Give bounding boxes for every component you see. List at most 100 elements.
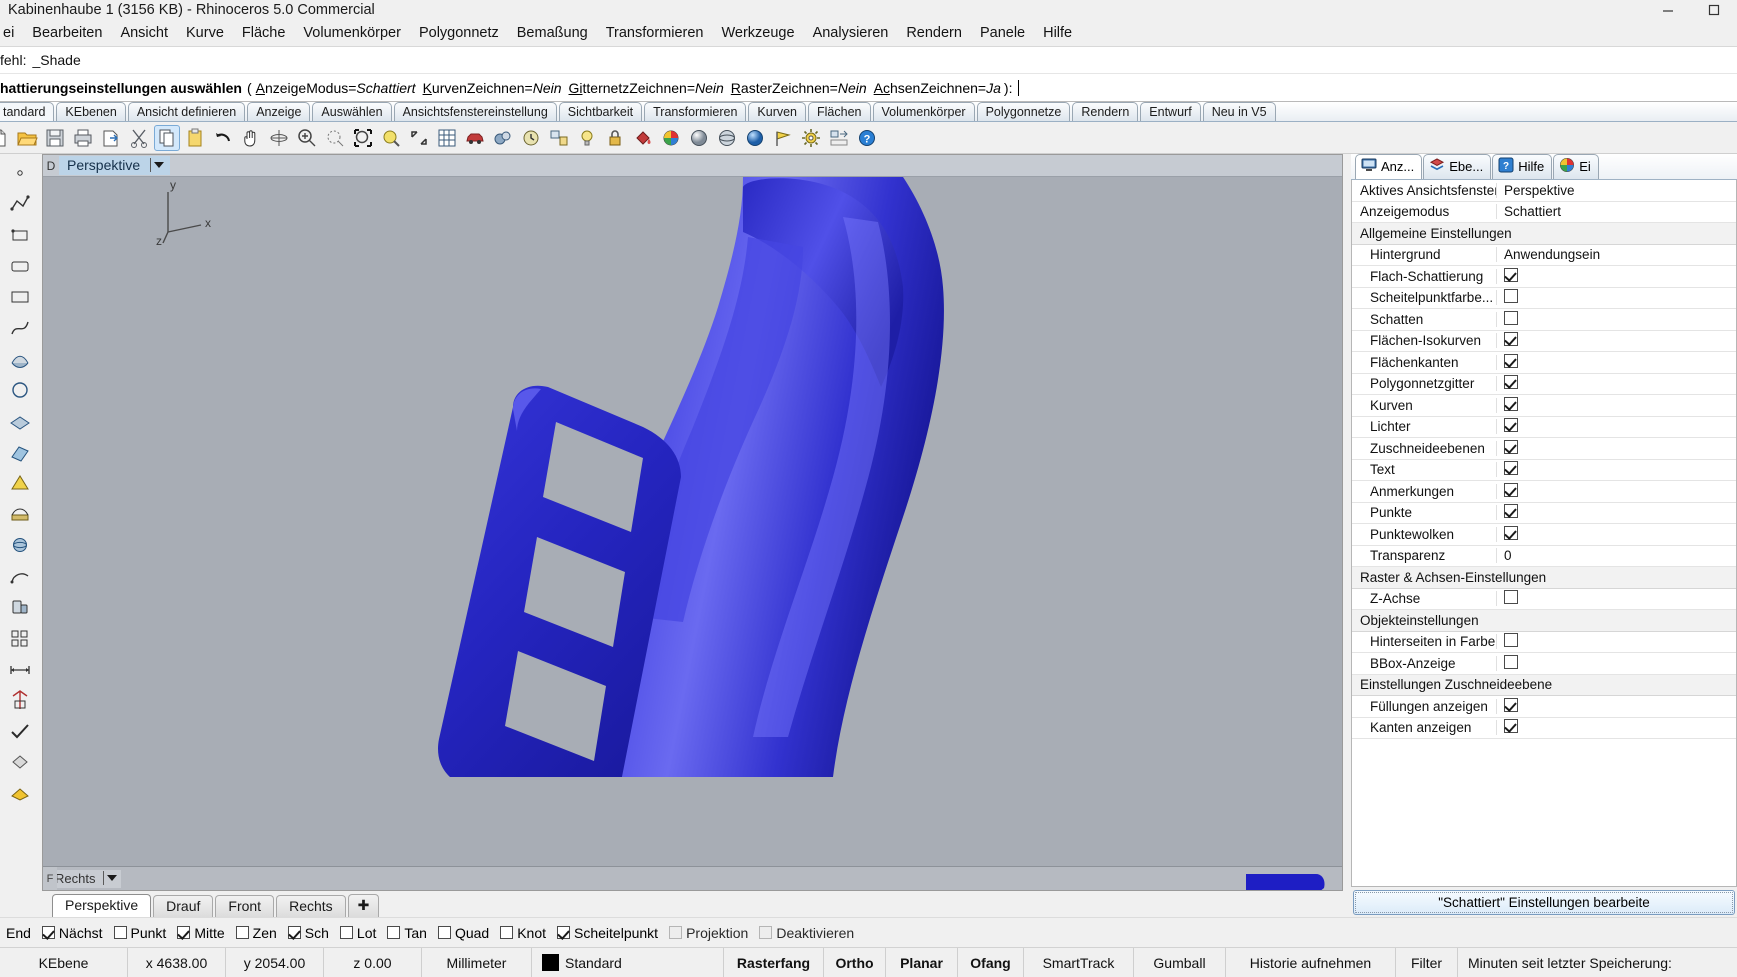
settings-row-hintergrund[interactable]: Hintergrund Anwendungsein [1352,245,1736,266]
status-toggle-filter[interactable]: Filter [1396,948,1458,977]
viewport-canvas-perspektive[interactable]: y x z [43,177,1342,866]
menu-item-flaeche[interactable]: Fläche [233,23,295,43]
menu-item-bemassung[interactable]: Bemaßung [508,23,597,43]
toolbar-tab-flaechen[interactable]: Flächen [808,102,871,121]
checkbox-bbox-anzeige[interactable] [1504,654,1518,669]
status-cplane[interactable]: KEbene [0,948,128,977]
settings-row-transparenz[interactable]: Transparenz 0 [1352,546,1736,567]
osnap-checkbox[interactable] [387,926,401,939]
zoom-dynamic-icon[interactable] [322,125,348,151]
layer-color-swatch[interactable] [542,954,559,971]
menu-item-ansicht[interactable]: Ansicht [111,23,177,43]
menu-item-rendern[interactable]: Rendern [897,23,971,43]
settings-row-anmerkungen[interactable]: Anmerkungen [1352,481,1736,503]
paste-icon[interactable] [182,125,208,151]
command-option-gitternetzzeichnen[interactable]: GitternetzZeichnen=Nein [569,80,724,96]
menu-item-datei[interactable]: ei [0,23,23,43]
point-icon[interactable] [5,158,35,188]
rectangle-corner-icon[interactable] [5,220,35,250]
osnap-checkbox[interactable] [339,926,353,939]
checkbox-anmerkungen[interactable] [1504,482,1518,497]
chevron-down-icon[interactable] [154,162,165,168]
dimension-icon[interactable] [5,654,35,684]
checkbox-punkte[interactable] [1504,504,1518,519]
settings-row-fuellungen-anzeigen[interactable]: Füllungen anzeigen [1352,696,1736,718]
osnap-projektion[interactable]: Projektion [665,925,752,941]
status-toggle-smarttrack[interactable]: SmartTrack [1024,948,1134,977]
toolbar-tab-anzeige[interactable]: Anzeige [247,102,311,121]
help-icon[interactable]: ? [854,125,880,151]
checkbox-hinterseiten-in-farbe[interactable] [1504,633,1518,648]
menu-item-panele[interactable]: Panele [971,23,1034,43]
toolbar-tab-entwurf[interactable]: Entwurf [1140,102,1201,121]
checkbox-flach-schattierung[interactable] [1504,267,1518,282]
array-icon[interactable] [5,623,35,653]
surface-loft-icon[interactable] [5,344,35,374]
sphere-icon[interactable] [5,530,35,560]
checkbox-kurven[interactable] [1504,396,1518,411]
checkbox-z-achse[interactable] [1504,590,1518,605]
settings-row-bbox-anzeige[interactable]: BBox-Anzeige [1352,653,1736,675]
command-option-anzeigemodus[interactable]: AnzeigeModus=Schattiert [256,80,416,96]
status-toggle-historie-aufnehmen[interactable]: Historie aufnehmen [1226,948,1396,977]
settings-row-punkte[interactable]: Punkte [1352,503,1736,524]
settings-row-flach-schattierung[interactable]: Flach-Schattierung [1352,266,1736,288]
settings-row-anzeigemodus[interactable]: Anzeigemodus Schattiert [1352,202,1736,223]
surface-patch-icon[interactable] [5,406,35,436]
menu-item-kurve[interactable]: Kurve [177,23,233,43]
checkbox-zuschneideebenen[interactable] [1504,439,1518,454]
zoom-in-icon[interactable] [294,125,320,151]
ghosted-sphere-icon[interactable] [714,125,740,151]
viewport-tab-add-button[interactable]: ✚ [347,894,380,917]
osnap-tan[interactable]: Tan [383,925,431,941]
osnap-punkt[interactable]: Punkt [110,925,171,941]
osnap-naechst[interactable]: Nächst [38,925,107,941]
menu-item-polygonnetz[interactable]: Polygonnetz [410,23,508,43]
toolbar-tab-volumenkoerper[interactable]: Volumenkörper [872,102,975,121]
extrude-surface-icon[interactable] [5,437,35,467]
scale-icon[interactable] [5,685,35,715]
settings-row-zuschneideebenen[interactable]: Zuschneideebenen [1352,438,1736,460]
boolean-icon[interactable] [5,468,35,498]
status-units[interactable]: Millimeter [422,948,532,977]
layout-icon[interactable] [826,125,852,151]
command-option-kurvenzeichnen[interactable]: KurvenZeichnen=Nein [423,80,562,96]
edit-shaded-settings-button[interactable]: "Schattiert" Einstellungen bearbeite [1353,889,1735,915]
settings-row-aktives-ansichtsfenster[interactable]: Aktives Ansichtsfenster Perspektive [1352,180,1736,202]
settings-row-lichter[interactable]: Lichter [1352,417,1736,438]
osnap-sch[interactable]: Sch [284,925,333,941]
lock-icon[interactable] [602,125,628,151]
copy-icon[interactable] [154,124,180,151]
osnap-scheitelpunkt[interactable]: Scheitelpunkt [553,925,662,941]
cut-scissors-icon[interactable] [126,125,152,151]
checkbox-flaechen-isokurven[interactable] [1504,332,1518,347]
color-wheel-icon[interactable] [658,125,684,151]
menu-item-bearbeiten[interactable]: Bearbeiten [23,23,111,43]
toolbar-tab-polygonnetze[interactable]: Polygonnetze [976,102,1071,121]
undo-arrow-icon[interactable] [210,125,236,151]
checkbox-scheitelpunktfarben[interactable] [1504,289,1518,304]
checkbox-lichter[interactable] [1504,418,1518,433]
status-toggle-rasterfang[interactable]: Rasterfang [724,948,824,977]
command-option-rasterzeichnen[interactable]: RasterZeichnen=Nein [731,80,867,96]
viewport-tab-drauf[interactable]: Drauf [153,895,214,917]
maximize-button[interactable] [1691,0,1737,20]
command-option-achsenzeichnen[interactable]: AchsenZeichnen=Ja [874,80,1001,96]
osnap-checkbox[interactable] [177,926,191,939]
rotate-view-icon[interactable] [266,125,292,151]
viewport-secondary-rechts[interactable]: F Rechts [43,866,1342,890]
osnap-zen[interactable]: Zen [232,925,281,941]
export-icon[interactable] [98,125,124,151]
viewport-secondary-title[interactable]: Rechts [47,869,122,888]
settings-row-punktewolken[interactable]: Punktewolken [1352,524,1736,546]
clock-history-icon[interactable] [518,125,544,151]
osnap-lot[interactable]: Lot [336,925,380,941]
osnap-checkbox[interactable] [500,926,514,939]
menu-item-werkzeuge[interactable]: Werkzeuge [712,23,803,43]
pipe-icon[interactable] [5,592,35,622]
osnap-knot[interactable]: Knot [496,925,550,941]
check-icon[interactable] [5,716,35,746]
command-history[interactable]: fehl: _Shade [0,46,1737,74]
viewport-tab-front[interactable]: Front [215,895,275,917]
circle-icon[interactable] [5,375,35,405]
